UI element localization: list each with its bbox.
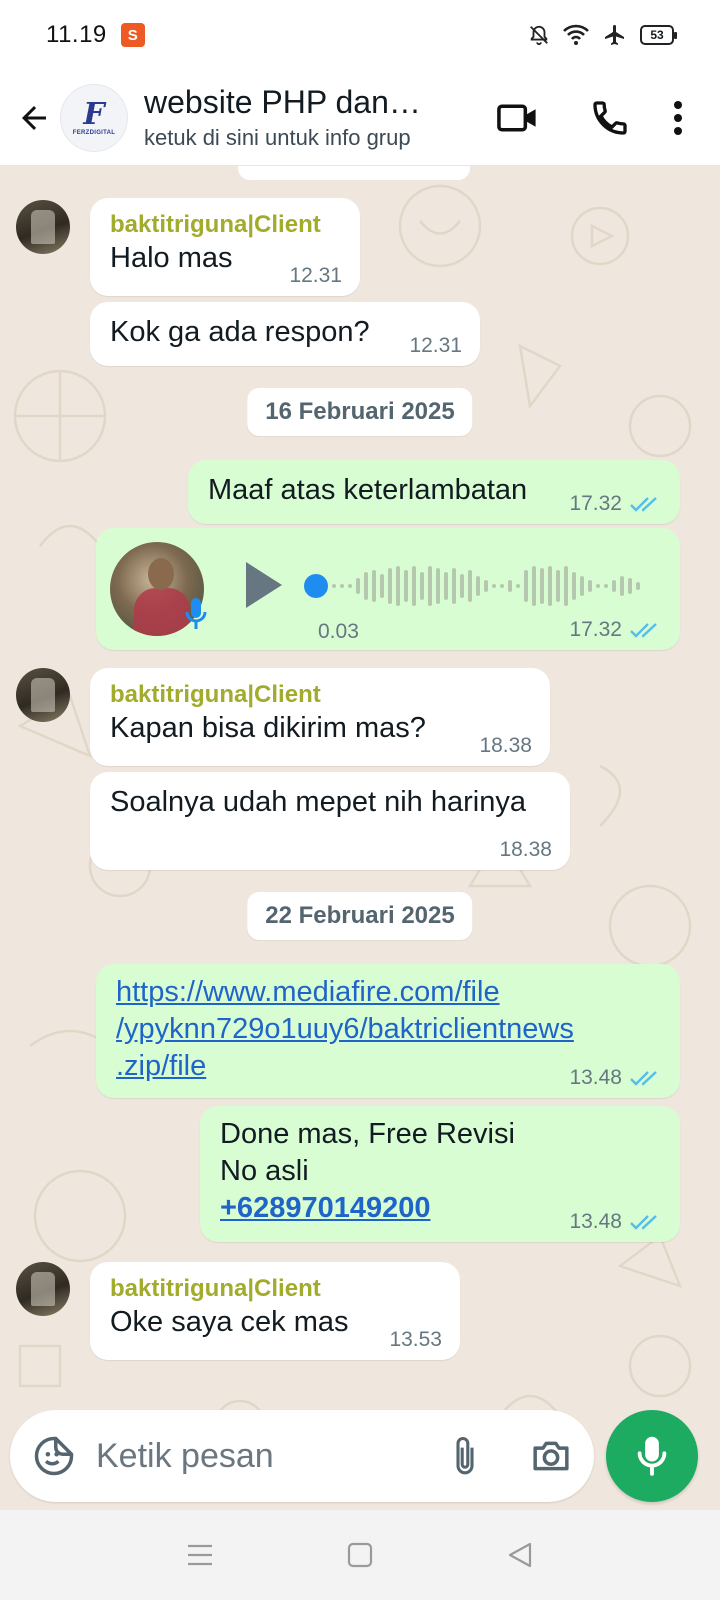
header-actions — [472, 70, 700, 166]
message-input[interactable] — [96, 1436, 422, 1476]
message-text: Kok ga ada respon? — [110, 316, 370, 348]
double-check-icon — [630, 1071, 657, 1086]
airplane-mode-icon — [605, 25, 624, 45]
double-check-icon — [630, 497, 657, 512]
message-time: 13.53 — [389, 1328, 442, 1351]
chat-area[interactable]: baktitriguna|Client Halo mas 12.31 Kok g… — [0, 166, 720, 1510]
message-time: 17.32 — [569, 492, 622, 515]
message-bubble-incoming[interactable]: baktitriguna|Client Oke saya cek mas 13.… — [90, 1262, 460, 1360]
message-composer — [10, 1410, 594, 1502]
message-bubble-outgoing[interactable]: https://www.mediafire.com/file /ypyknn72… — [96, 964, 680, 1098]
double-check-icon — [630, 1215, 657, 1230]
voice-waveform[interactable] — [304, 562, 664, 610]
camera-icon — [533, 1441, 569, 1471]
date-chip: 22 Februari 2025 — [247, 892, 473, 940]
link-line[interactable]: /ypyknn729o1uuy6/baktriclientnews — [116, 1011, 660, 1048]
attach-button[interactable] — [422, 1410, 508, 1502]
avatar-logo-letter: F — [83, 96, 105, 132]
message-bubble-incoming[interactable]: baktitriguna|Client Halo mas 12.31 — [90, 198, 360, 296]
mic-icon — [185, 598, 207, 629]
message-meta: 12.31 — [409, 334, 462, 358]
menu-button[interactable] — [656, 70, 700, 166]
chat-header: F FERZDIGITAL website PHP dan… ketuk di … — [0, 70, 720, 166]
message-meta: 17.32 — [569, 618, 662, 642]
back-button[interactable] — [2, 70, 66, 166]
video-call-icon — [497, 104, 536, 131]
emoji-sticker-button[interactable] — [12, 1410, 96, 1502]
recent-apps-icon — [188, 1544, 212, 1566]
message-time: 12.31 — [409, 334, 462, 357]
sender-avatar[interactable] — [16, 668, 70, 722]
message-time: 18.38 — [499, 838, 552, 861]
sender-name[interactable]: baktitriguna|Client — [110, 210, 340, 240]
message-text: Soalnya udah mepet nih harinya — [110, 786, 526, 818]
message-meta: 18.38 — [479, 734, 532, 758]
system-nav-bar — [0, 1510, 720, 1600]
avatar-logo-text: FERZDIGITAL — [72, 129, 116, 136]
status-icons: 53 — [528, 23, 677, 47]
sender-avatar[interactable] — [16, 1262, 70, 1316]
battery-level: 53 — [650, 28, 664, 42]
group-info[interactable]: website PHP dan… ketuk di sini untuk inf… — [144, 84, 472, 151]
video-call-button[interactable] — [472, 70, 564, 166]
date-chip-partial — [238, 166, 470, 180]
mic-icon — [637, 1436, 667, 1476]
sender-avatar[interactable] — [16, 200, 70, 254]
message-meta: 18.38 — [499, 838, 552, 862]
date-chip: 16 Februari 2025 — [247, 388, 473, 436]
sender-name[interactable]: baktitriguna|Client — [110, 1274, 440, 1304]
status-time: 11.19 — [46, 21, 107, 48]
paperclip-icon — [456, 1437, 474, 1475]
message-meta: 12.31 — [289, 264, 342, 288]
message-text-line: Done mas, Free Revisi — [220, 1118, 515, 1150]
phone-icon — [593, 100, 627, 135]
message-time: 13.48 — [569, 1066, 622, 1089]
voice-call-button[interactable] — [564, 70, 656, 166]
home-icon — [347, 1542, 373, 1568]
mute-bell-icon — [530, 25, 548, 46]
voice-record-button[interactable] — [606, 1410, 698, 1502]
voice-message-bubble[interactable]: 0.03 17.32 — [96, 528, 680, 650]
message-bubble-incoming[interactable]: Soalnya udah mepet nih harinya 18.38 — [90, 772, 570, 870]
wifi-icon — [563, 24, 589, 45]
double-check-icon — [630, 623, 657, 638]
group-avatar[interactable]: F FERZDIGITAL — [60, 83, 128, 152]
message-time: 18.38 — [479, 734, 532, 757]
message-meta: 13.48 — [569, 1066, 662, 1090]
message-time: 12.31 — [289, 264, 342, 287]
voice-duration: 0.03 — [318, 620, 359, 643]
message-bubble-incoming[interactable]: Kok ga ada respon? 12.31 — [90, 302, 480, 366]
link-line[interactable]: https://www.mediafire.com/file — [116, 974, 660, 1011]
message-meta: 17.32 — [569, 492, 662, 516]
chat-subtitle: ketuk di sini untuk info grup — [144, 125, 411, 150]
shopee-notification-icon: S — [120, 23, 145, 47]
sender-name[interactable]: baktitriguna|Client — [110, 680, 530, 710]
status-bar: 11.19 S 53 — [0, 0, 720, 70]
message-text-line: No asli — [220, 1155, 309, 1187]
arrow-left-icon — [22, 105, 46, 130]
nav-back-icon — [508, 1542, 532, 1568]
message-meta: 13.53 — [389, 1328, 442, 1352]
more-vert-icon — [674, 100, 682, 135]
camera-button[interactable] — [508, 1410, 594, 1502]
chat-title: website PHP dan… — [144, 84, 421, 120]
recent-apps-button[interactable] — [160, 1515, 240, 1595]
message-text: Kapan bisa dikirim mas? — [110, 712, 426, 744]
message-bubble-incoming[interactable]: baktitriguna|Client Kapan bisa dikirim m… — [90, 668, 550, 766]
play-icon[interactable] — [242, 560, 284, 610]
sticker-emoji-icon — [34, 1436, 74, 1476]
message-meta: 13.48 — [569, 1210, 662, 1234]
message-time: 17.32 — [569, 618, 622, 641]
voice-progress-knob[interactable] — [304, 574, 328, 598]
message-bubble-outgoing[interactable]: Done mas, Free Revisi No asli +628970149… — [200, 1106, 680, 1242]
nav-back-button[interactable] — [480, 1515, 560, 1595]
battery-indicator: 53 — [640, 25, 677, 45]
message-bubble-outgoing[interactable]: Maaf atas keterlambatan 17.32 — [188, 460, 680, 524]
message-time: 13.48 — [569, 1210, 622, 1233]
home-button[interactable] — [320, 1515, 400, 1595]
